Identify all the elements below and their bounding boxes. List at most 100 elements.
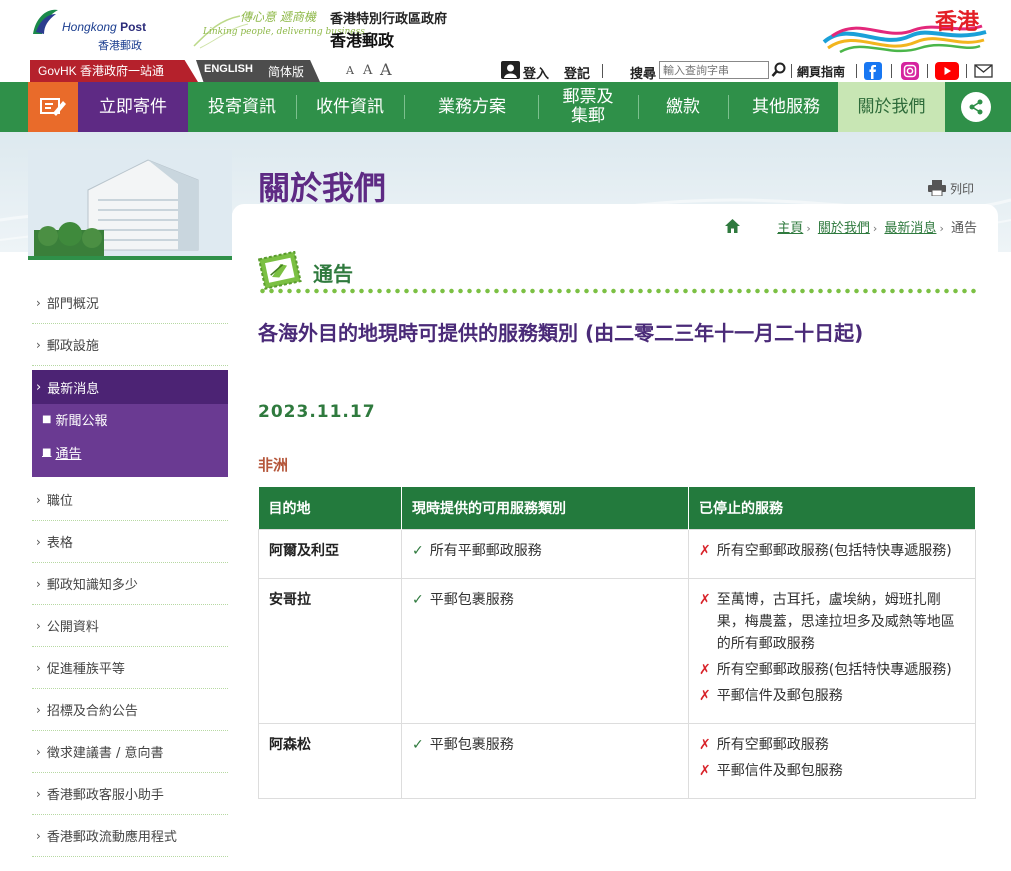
instagram-icon[interactable] xyxy=(901,62,919,80)
sidebar-item-public-info[interactable]: › 公開資料 xyxy=(32,605,228,647)
nav-send-now[interactable]: 立即寄件 xyxy=(78,82,188,132)
breadcrumb-separator: › xyxy=(806,222,811,235)
postal-pen-icon xyxy=(40,98,66,116)
post-office-building-image xyxy=(28,150,232,260)
facebook-icon[interactable] xyxy=(864,62,882,80)
share-button[interactable] xyxy=(961,92,991,122)
nav-divider xyxy=(638,95,639,119)
available-cell: ✓ 平郵包裹服務 xyxy=(401,577,689,724)
nav-payment[interactable]: 繳款 xyxy=(650,82,716,132)
sidebar-item-mobile-app[interactable]: › 香港郵政流動應用程式 xyxy=(32,815,228,857)
article-title: 各海外目的地現時可提供的服務類別 (由二零二三年十一月二十日起) xyxy=(258,321,864,345)
chevron-right-icon: › xyxy=(36,576,41,591)
nav-posting-info[interactable]: 投寄資訊 xyxy=(194,82,290,132)
logo-text-zh: 香港郵政 xyxy=(98,40,142,52)
cross-icon: ✗ xyxy=(699,542,711,559)
sidebar-item-proposals[interactable]: › 徵求建議書 / 意向書 xyxy=(32,731,228,773)
lang-simplified-link[interactable]: 简体版 xyxy=(268,63,304,80)
chevron-right-icon: › xyxy=(36,744,41,759)
chevron-right-icon: › xyxy=(36,828,41,843)
divider xyxy=(856,64,857,78)
chevron-right-icon: › xyxy=(36,337,41,352)
cross-icon: ✗ xyxy=(699,661,711,678)
col-destination: 目的地 xyxy=(258,487,402,529)
cross-icon: ✗ xyxy=(699,591,711,608)
col-suspended-services: 已停止的服務 xyxy=(688,487,976,529)
gov-name: 香港特別行政區政府 xyxy=(330,12,448,27)
sidebar: › 部門概況 › 郵政設施 › 最新消息 ■ 新聞公報 ■ 通告 › 職位 › 表格 › 郵政知… xyxy=(28,260,232,871)
nav-about-us[interactable]: 關於我們 xyxy=(838,82,945,132)
printer-icon xyxy=(928,180,946,196)
sidebar-subitem-press-releases[interactable]: ■ 新聞公報 xyxy=(32,404,228,434)
breadcrumb-current: 通告 xyxy=(950,221,977,236)
sidebar-item-postal-facilities[interactable]: › 郵政設施 xyxy=(32,324,228,366)
table-row: 安哥拉 ✓ 平郵包裹服務 ✗ 至萬博，古耳托，盧埃納，姆班扎剛果，梅農蓋，思達拉坦多… xyxy=(258,577,976,724)
nav-other-services[interactable]: 其他服務 xyxy=(738,82,834,132)
divider xyxy=(927,64,928,78)
chevron-right-icon: › xyxy=(36,786,41,801)
check-icon: ✓ xyxy=(412,736,424,753)
col-available-services: 現時提供的可用服務類別 xyxy=(401,487,689,529)
search-input[interactable] xyxy=(659,61,769,79)
suspended-cell: ✗ 至萬博，古耳托，盧埃納，姆班扎剛果，梅農蓋，思達拉坦多及威熱等地區的所有郵政服… xyxy=(688,577,976,724)
page-title: 關於我們 xyxy=(258,170,387,206)
home-icon[interactable] xyxy=(725,219,740,233)
logo-text-en: Hongkong Post xyxy=(62,20,147,34)
cross-icon: ✗ xyxy=(699,736,711,753)
available-cell: ✓ 平郵包裹服務 xyxy=(401,722,689,799)
sidebar-item-chatbot[interactable]: › 香港郵政客服小助手 xyxy=(32,773,228,815)
chevron-right-icon: › xyxy=(36,379,42,395)
nav-divider xyxy=(728,95,729,119)
nav-divider xyxy=(296,95,297,119)
hongkong-post-logo-icon[interactable] xyxy=(30,4,60,40)
user-icon[interactable] xyxy=(501,61,520,79)
nav-divider xyxy=(538,95,539,119)
breadcrumb-separator: › xyxy=(939,222,944,235)
notice-stamp-icon xyxy=(258,251,302,290)
check-icon: ✓ xyxy=(412,591,424,608)
section-title: 通告 xyxy=(313,262,353,286)
destination-cell: 安哥拉 xyxy=(258,577,402,724)
sidebar-item-latest-news[interactable]: › 最新消息 xyxy=(32,370,228,404)
register-link[interactable]: 登記 xyxy=(564,63,590,82)
govhk-link[interactable]: GovHK 香港政府一站通 xyxy=(30,60,198,82)
breadcrumb-about-us[interactable]: 關於我們 xyxy=(818,221,870,236)
breadcrumb: 主頁 › 關於我們 › 最新消息 › 通告 xyxy=(777,217,977,236)
sidebar-item-dept-overview[interactable]: › 部門概況 xyxy=(32,282,228,324)
breadcrumb-home[interactable]: 主頁 xyxy=(777,221,803,236)
divider xyxy=(891,64,892,78)
nav-stamps-philately[interactable]: 郵票及 集郵 xyxy=(550,82,626,132)
breadcrumb-latest-news[interactable]: 最新消息 xyxy=(884,221,936,236)
chevron-right-icon: › xyxy=(36,660,41,675)
site-header: Hongkong Post 香港郵政 傳心意 遞商機 Linking peopl… xyxy=(0,0,1011,60)
font-size-large[interactable]: A xyxy=(380,60,392,79)
sidebar-item-racial-equality[interactable]: › 促進種族平等 xyxy=(32,647,228,689)
chevron-right-icon: › xyxy=(36,702,41,717)
sidebar-item-jobs[interactable]: › 職位 xyxy=(32,479,228,521)
font-size-small[interactable]: A xyxy=(346,64,354,77)
table-header-row: 目的地 現時提供的可用服務類別 已停止的服務 xyxy=(258,487,976,529)
breadcrumb-separator: › xyxy=(872,222,878,235)
available-cell: ✓ 所有平郵郵政服務 xyxy=(401,528,689,579)
email-icon[interactable] xyxy=(974,64,993,78)
sidebar-subitem-notices[interactable]: ■ 通告 xyxy=(32,437,228,467)
sidebar-item-tenders[interactable]: › 招標及合約公告 xyxy=(32,689,228,731)
login-link[interactable]: 登入 xyxy=(523,63,549,82)
nav-divider xyxy=(404,95,405,119)
sidebar-item-postal-knowledge[interactable]: › 郵政知識知多少 xyxy=(32,563,228,605)
share-icon xyxy=(969,99,983,115)
nav-quick-button[interactable] xyxy=(28,82,78,132)
search-icon[interactable] xyxy=(771,62,787,78)
youtube-icon[interactable] xyxy=(935,62,959,80)
sidebar-item-forms[interactable]: › 表格 xyxy=(32,521,228,563)
site-guide-link[interactable]: 網頁指南 xyxy=(797,63,845,80)
font-size-medium[interactable]: A xyxy=(363,63,372,78)
table-row: 阿森松 ✓ 平郵包裹服務 ✗ 所有空郵郵政服務 ✗ 平郵信件及郵包服務 xyxy=(258,722,976,799)
nav-business-solutions[interactable]: 業務方案 xyxy=(422,82,522,132)
utility-bar: GovHK 香港政府一站通 ENGLISH 简体版 A A A 登入 登記 搜尋… xyxy=(0,60,1011,82)
suspended-cell: ✗ 所有空郵郵政服務 ✗ 平郵信件及郵包服務 xyxy=(688,722,976,799)
brand-hong-kong-text: 香港 xyxy=(935,10,980,35)
lang-english-link[interactable]: ENGLISH xyxy=(204,63,253,75)
table-row: 阿爾及利亞 ✓ 所有平郵郵政服務 ✗ 所有空郵郵政服務(包括特快專遞服務) xyxy=(258,528,976,579)
nav-receiving-info[interactable]: 收件資訊 xyxy=(302,82,398,132)
